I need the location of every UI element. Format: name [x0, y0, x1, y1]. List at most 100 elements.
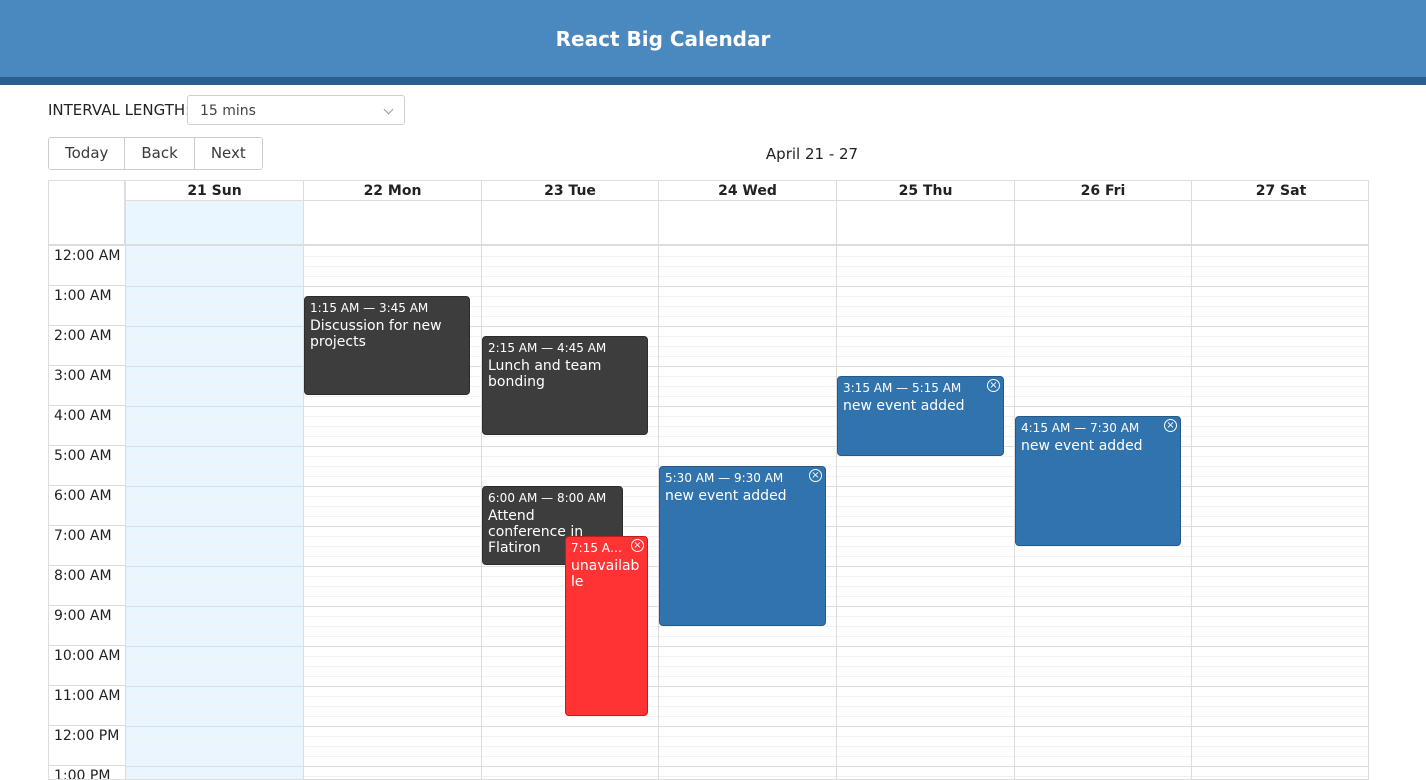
slot-line — [659, 356, 836, 357]
slot-line — [1192, 556, 1368, 557]
slot-line — [126, 566, 303, 567]
calendar-event[interactable]: 4:15 AM — 7:30 AM new event added × — [1015, 416, 1181, 546]
slot-line — [837, 566, 1014, 567]
slot-line — [659, 666, 836, 667]
slot-line — [126, 346, 303, 347]
calendar-event[interactable]: 1:15 AM — 3:45 AM Discussion for new pro… — [304, 296, 470, 395]
slot-line — [837, 536, 1014, 537]
slot-line — [837, 326, 1014, 327]
close-icon[interactable]: × — [987, 379, 1000, 392]
slot-line — [126, 616, 303, 617]
day-header[interactable]: 23 Tue — [481, 181, 658, 201]
slot-line — [482, 456, 658, 457]
slot-line — [1192, 296, 1368, 297]
slot-line — [126, 706, 303, 707]
slot-line — [1192, 676, 1368, 677]
all-day-cell[interactable] — [836, 201, 1014, 244]
slot-line — [304, 726, 481, 727]
app-header: React Big Calendar — [0, 0, 1426, 77]
day-column[interactable] — [836, 246, 1014, 779]
slot-line — [1015, 606, 1191, 607]
slot-line — [837, 716, 1014, 717]
gutter-line — [49, 445, 125, 446]
all-day-cell[interactable] — [303, 201, 481, 244]
close-icon[interactable]: × — [1164, 419, 1177, 432]
slot-line — [482, 746, 658, 747]
all-day-cell[interactable] — [481, 201, 658, 244]
day-column[interactable] — [1191, 246, 1368, 779]
back-button[interactable]: Back — [125, 138, 195, 169]
slot-line — [1192, 626, 1368, 627]
slot-line — [659, 646, 836, 647]
slot-line — [1192, 346, 1368, 347]
slot-line — [304, 286, 481, 287]
slot-line — [659, 336, 836, 337]
all-day-cell[interactable] — [1191, 201, 1368, 244]
slot-line — [1015, 546, 1191, 547]
slot-line — [1192, 446, 1368, 447]
time-slot-label: 2:00 AM — [54, 328, 112, 344]
slot-line — [1192, 696, 1368, 697]
slot-line — [126, 726, 303, 727]
slot-line — [1192, 686, 1368, 687]
close-icon[interactable]: × — [631, 539, 644, 552]
slot-line — [126, 576, 303, 577]
slot-line — [482, 726, 658, 727]
slot-line — [126, 766, 303, 767]
slot-line — [1192, 726, 1368, 727]
day-header[interactable]: 26 Fri — [1014, 181, 1191, 201]
day-column-today[interactable] — [125, 246, 303, 779]
calendar-event-unavailable[interactable]: 7:15 AM ... unavailable × — [565, 536, 648, 716]
slot-line — [304, 676, 481, 677]
slot-line — [1015, 346, 1191, 347]
calendar-event[interactable]: 5:30 AM — 9:30 AM new event added × — [659, 466, 826, 626]
slot-line — [1015, 386, 1191, 387]
close-icon[interactable]: × — [809, 469, 822, 482]
slot-line — [1192, 596, 1368, 597]
slot-line — [1192, 606, 1368, 607]
slot-line — [1015, 316, 1191, 317]
day-header[interactable]: 25 Thu — [836, 181, 1014, 201]
day-header[interactable]: 27 Sat — [1191, 181, 1368, 201]
day-header[interactable]: 22 Mon — [303, 181, 481, 201]
slot-line — [1192, 276, 1368, 277]
slot-line — [837, 356, 1014, 357]
slot-line — [126, 286, 303, 287]
slot-line — [1192, 716, 1368, 717]
all-day-cell[interactable] — [1014, 201, 1191, 244]
slot-line — [837, 306, 1014, 307]
slot-line — [126, 496, 303, 497]
day-header[interactable]: 24 Wed — [658, 181, 836, 201]
slot-line — [659, 626, 836, 627]
slot-line — [304, 656, 481, 657]
event-title: new event added — [665, 488, 787, 504]
all-day-cell[interactable] — [658, 201, 836, 244]
slot-line — [1015, 556, 1191, 557]
slot-line — [304, 506, 481, 507]
slot-line — [1015, 586, 1191, 587]
slot-line — [126, 356, 303, 357]
slot-line — [659, 256, 836, 257]
slot-line — [304, 536, 481, 537]
event-time: 5:30 AM — 9:30 AM — [665, 471, 784, 485]
slot-line — [837, 596, 1014, 597]
slot-line — [304, 686, 481, 687]
day-header[interactable]: 21 Sun — [125, 181, 303, 201]
slot-line — [659, 316, 836, 317]
slot-line — [126, 716, 303, 717]
slot-line — [837, 706, 1014, 707]
slot-line — [126, 756, 303, 757]
slot-line — [126, 506, 303, 507]
all-day-cell[interactable] — [125, 201, 303, 244]
slot-line — [1192, 746, 1368, 747]
calendar-event[interactable]: 3:15 AM — 5:15 AM new event added × — [837, 376, 1004, 456]
slot-line — [304, 746, 481, 747]
next-button[interactable]: Next — [194, 138, 262, 169]
slot-line — [1192, 706, 1368, 707]
today-button[interactable]: Today — [49, 138, 126, 169]
event-title: new event added — [1021, 438, 1143, 454]
slot-line — [1192, 656, 1368, 657]
slot-line — [1015, 256, 1191, 257]
calendar-event[interactable]: 2:15 AM — 4:45 AM Lunch and team bonding — [482, 336, 648, 435]
interval-length-select[interactable]: 15 mins — [187, 95, 405, 125]
